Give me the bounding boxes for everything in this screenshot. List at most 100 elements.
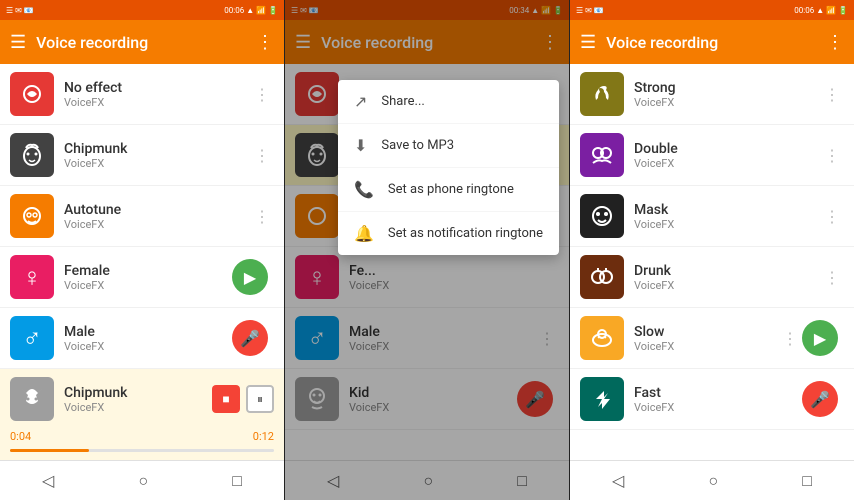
- recent-button[interactable]: □: [786, 465, 828, 497]
- effect-thumb-wolf: [10, 377, 54, 421]
- back-button[interactable]: ◁: [26, 465, 70, 496]
- recording-bar: 0:04 0:12: [0, 426, 284, 460]
- item-info: No effect VoiceFX: [64, 80, 250, 109]
- item-sub: VoiceFX: [634, 96, 820, 109]
- effect-thumb-autotune: [10, 194, 54, 238]
- effect-thumb-chipmunk: [10, 133, 54, 177]
- item-sub: VoiceFX: [634, 340, 778, 353]
- effect-thumb-slow: [580, 316, 624, 360]
- item-sub: VoiceFX: [634, 157, 820, 170]
- item-info: Slow VoiceFX: [634, 324, 778, 353]
- hamburger-icon-1[interactable]: ☰: [10, 32, 26, 53]
- toolbar-3: ☰ Voice recording ⋮: [570, 20, 854, 64]
- effect-thumb-noeffect: [10, 72, 54, 116]
- effect-thumb-mask: [580, 194, 624, 238]
- item-name: Autotune: [64, 202, 250, 218]
- item-more-icon[interactable]: ⋮: [820, 264, 844, 291]
- item-sub: VoiceFX: [64, 96, 250, 109]
- item-sub: VoiceFX: [64, 157, 250, 170]
- dropdown-item-ringtone[interactable]: 📞 Set as phone ringtone: [338, 168, 559, 212]
- dropdown-item-save-mp3[interactable]: ⬇ Save to MP3: [338, 124, 559, 168]
- phone-icon: 📞: [354, 180, 374, 199]
- more-options-icon-3[interactable]: ⋮: [826, 32, 844, 53]
- item-name: Strong: [634, 80, 820, 96]
- time-total: 0:12: [253, 430, 274, 443]
- list-item[interactable]: Autotune VoiceFX ⋮: [0, 186, 284, 247]
- item-more-icon[interactable]: ⋮: [250, 203, 274, 230]
- hamburger-icon-3[interactable]: ☰: [580, 32, 596, 53]
- effect-thumb-strong: [580, 72, 624, 116]
- item-sub: VoiceFX: [64, 401, 212, 414]
- item-sub: VoiceFX: [634, 401, 802, 414]
- play-button[interactable]: ▶: [802, 320, 838, 356]
- recent-button[interactable]: □: [216, 465, 258, 497]
- list-item-mask[interactable]: Mask VoiceFX ⋮: [570, 186, 854, 247]
- list-item[interactable]: Chipmunk VoiceFX ⋮: [0, 125, 284, 186]
- mic-button[interactable]: 🎤: [802, 381, 838, 417]
- mic-button[interactable]: 🎤: [232, 320, 268, 356]
- screen-2: ☰ ✉ 📧 00:34 ▲ 📶 🔋 ☰ Voice recording ⋮ No…: [285, 0, 570, 500]
- item-name: Mask: [634, 202, 820, 218]
- dropdown-label-share: Share...: [381, 94, 424, 109]
- more-options-icon-1[interactable]: ⋮: [256, 32, 274, 53]
- item-name: Slow: [634, 324, 778, 340]
- list-item-drunk[interactable]: Drunk VoiceFX ⋮: [570, 247, 854, 308]
- pause-button[interactable]: ⏸: [246, 385, 274, 413]
- list-item-slow[interactable]: Slow VoiceFX ⋮ ▶: [570, 308, 854, 369]
- item-name: Chipmunk: [64, 385, 212, 401]
- save-icon: ⬇: [354, 136, 367, 155]
- share-icon: ↗: [354, 92, 367, 111]
- effect-thumb-fast: [580, 377, 624, 421]
- nav-bar-3: ◁ ○ □: [570, 460, 854, 500]
- list-item-double[interactable]: Double VoiceFX ⋮: [570, 125, 854, 186]
- list-item[interactable]: No effect VoiceFX ⋮: [0, 64, 284, 125]
- list-item-strong[interactable]: Strong VoiceFX ⋮: [570, 64, 854, 125]
- context-menu: ↗ Share... ⬇ Save to MP3 📞 Set as phone …: [338, 80, 559, 255]
- dropdown-item-notification[interactable]: 🔔 Set as notification ringtone: [338, 212, 559, 255]
- item-more-icon[interactable]: ⋮: [250, 142, 274, 169]
- screen-3: ☰ ✉ 📧 00:06 ▲ 📶 🔋 ☰ Voice recording ⋮ St: [570, 0, 854, 500]
- signal-s1: ▲ 📶 🔋: [246, 6, 278, 15]
- effect-list-1: No effect VoiceFX ⋮ Chipmunk VoiceFX ⋮: [0, 64, 284, 426]
- dropdown-item-share[interactable]: ↗ Share...: [338, 80, 559, 124]
- item-sub: VoiceFX: [64, 218, 250, 231]
- item-name: No effect: [64, 80, 250, 96]
- item-info: Double VoiceFX: [634, 141, 820, 170]
- item-more-icon[interactable]: ⋮: [820, 142, 844, 169]
- menu-icon-s1: ☰: [6, 6, 13, 15]
- effect-thumb-female: ♀: [10, 255, 54, 299]
- screen-1: ☰ ✉ 📧 00:06 ▲ 📶 🔋 ☰ Voice recording ⋮ No: [0, 0, 285, 500]
- back-button[interactable]: ◁: [596, 465, 640, 496]
- home-button[interactable]: ○: [692, 465, 734, 497]
- item-sub: VoiceFX: [634, 279, 820, 292]
- effect-thumb-double: [580, 133, 624, 177]
- item-info: Chipmunk VoiceFX: [64, 141, 250, 170]
- dropdown-label-ringtone: Set as phone ringtone: [388, 182, 514, 197]
- item-name: Female: [64, 263, 232, 279]
- effect-thumb-drunk: [580, 255, 624, 299]
- status-bar-1: ☰ ✉ 📧 00:06 ▲ 📶 🔋: [0, 0, 284, 20]
- item-info: Strong VoiceFX: [634, 80, 820, 109]
- item-info: Male VoiceFX: [64, 324, 232, 353]
- effect-list-3: Strong VoiceFX ⋮ Double VoiceFX ⋮: [570, 64, 854, 460]
- item-more-icon[interactable]: ⋮: [250, 81, 274, 108]
- progress-bar: [10, 449, 274, 452]
- item-info: Female VoiceFX: [64, 263, 232, 292]
- item-more-icon[interactable]: ⋮: [778, 325, 802, 352]
- time-s3: 00:06: [794, 6, 814, 15]
- item-info: Mask VoiceFX: [634, 202, 820, 231]
- list-item[interactable]: ♂ Male VoiceFX 🎤: [0, 308, 284, 369]
- list-item-recording[interactable]: Chipmunk VoiceFX ■ ⏸: [0, 369, 284, 426]
- item-info: Autotune VoiceFX: [64, 202, 250, 231]
- play-button[interactable]: ▶: [232, 259, 268, 295]
- home-button[interactable]: ○: [122, 465, 164, 497]
- time-elapsed: 0:04: [10, 430, 31, 443]
- item-name: Male: [64, 324, 232, 340]
- item-info: Drunk VoiceFX: [634, 263, 820, 292]
- list-item[interactable]: ♀ Female VoiceFX ▶: [0, 247, 284, 308]
- item-sub: VoiceFX: [64, 279, 232, 292]
- stop-button[interactable]: ■: [212, 385, 240, 413]
- list-item-fast[interactable]: Fast VoiceFX 🎤: [570, 369, 854, 430]
- item-more-icon[interactable]: ⋮: [820, 81, 844, 108]
- item-more-icon[interactable]: ⋮: [820, 203, 844, 230]
